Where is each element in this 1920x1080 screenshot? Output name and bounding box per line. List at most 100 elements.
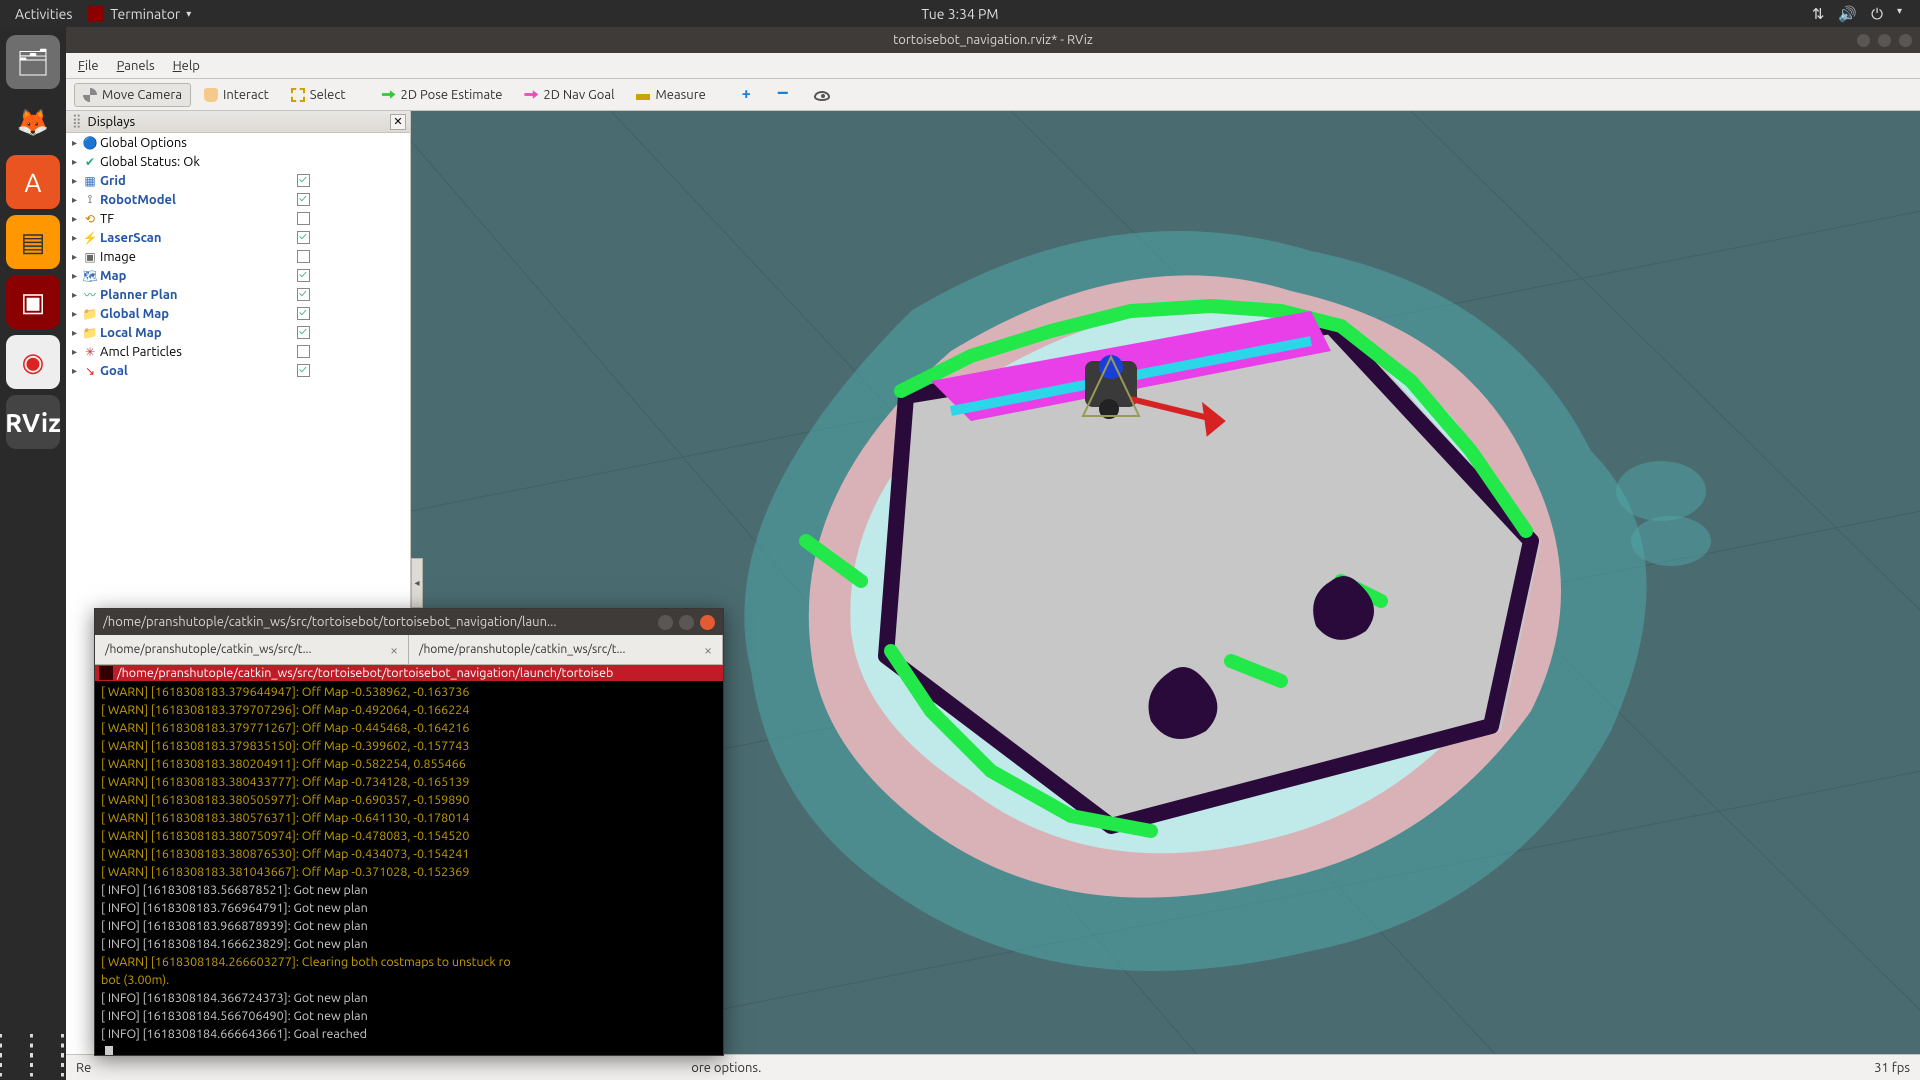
view-button[interactable] [805,84,839,106]
displays-close-button[interactable]: ✕ [390,114,406,130]
gnome-top-bar: Activities Terminator ▾ Tue 3:34 PM ⇅ 🔊 … [0,0,1920,27]
terminal-titlebar[interactable]: /home/pranshutople/catkin_ws/src/tortois… [95,609,723,635]
display-item-image[interactable]: ▸▣Image [66,247,410,266]
display-label: Global Map [98,307,410,321]
display-item-global-map[interactable]: ▸📁Global Map [66,304,410,323]
display-item-local-map[interactable]: ▸📁Local Map [66,323,410,342]
display-item-robotmodel[interactable]: ▸⟟RobotModel [66,190,410,209]
remove-display-button[interactable]: – [769,83,801,107]
display-checkbox[interactable] [297,212,310,225]
display-checkbox[interactable] [297,326,310,339]
expand-arrow-icon[interactable]: ▸ [72,137,82,149]
terminal-title-text: /home/pranshutople/catkin_ws/src/tortois… [103,615,652,629]
display-checkbox[interactable] [297,288,310,301]
minimize-button[interactable] [1857,34,1870,47]
menu-help[interactable]: Help [173,59,200,73]
show-apps-button[interactable]: ⋮⋮⋮⋮⋮⋮⋮⋮⋮ [0,1040,80,1070]
menu-file[interactable]: File [78,59,99,73]
tab-close-icon[interactable]: × [704,642,712,658]
display-label: Goal [98,364,410,378]
disks-launcher[interactable]: ◉ [6,335,60,389]
display-item-tf[interactable]: ▸⟲TF [66,209,410,228]
displays-panel-header[interactable]: ⣿ Displays ✕ [66,111,410,133]
display-checkbox[interactable] [297,193,310,206]
display-item-goal[interactable]: ▸↘Goal [66,361,410,380]
expand-arrow-icon[interactable]: ▸ [72,308,82,320]
select-tool[interactable]: Select [282,83,355,107]
display-label: Grid [98,174,410,188]
app-menu[interactable]: Terminator ▾ [88,6,191,22]
display-checkbox[interactable] [297,231,310,244]
terminal-window[interactable]: /home/pranshutople/catkin_ws/src/tortois… [94,608,724,1056]
laser-icon: ⚡ [82,231,98,245]
expand-arrow-icon[interactable]: ▸ [72,365,82,377]
firefox-launcher[interactable]: 🦊 [6,95,60,149]
move-camera-tool[interactable]: Move Camera [74,83,191,107]
expand-arrow-icon[interactable]: ▸ [72,327,82,339]
power-icon[interactable]: ⏻ [1871,5,1883,23]
rviz-titlebar[interactable]: tortoisebot_navigation.rviz* - RViz [66,27,1920,53]
expand-arrow-icon[interactable]: ▸ [72,289,82,301]
display-label: RobotModel [98,193,410,207]
volume-icon[interactable]: 🔊 [1838,5,1857,23]
expand-arrow-icon[interactable]: ▸ [72,251,82,263]
check-icon: ✔ [82,155,98,169]
nav-goal-icon [524,88,538,102]
plan-icon: 〰 [82,286,98,303]
panel-collapse-handle[interactable]: ◂ [411,558,423,608]
terminator-launcher[interactable]: ▣ [6,275,60,329]
terminal-body[interactable]: /home/pranshutople/catkin_ws/src/tortois… [95,665,723,1055]
pose-estimate-tool[interactable]: 2D Pose Estimate [373,83,512,107]
display-checkbox[interactable] [297,364,310,377]
close-button[interactable] [1899,34,1912,47]
display-checkbox[interactable] [297,174,310,187]
interact-icon [204,88,218,102]
activities-button[interactable]: Activities [15,6,72,22]
rviz-launcher[interactable]: RViz [6,395,60,449]
display-label: Global Status: Ok [98,155,410,169]
menu-panels[interactable]: Panels [117,59,155,73]
nav-goal-tool[interactable]: 2D Nav Goal [515,83,623,107]
display-checkbox[interactable] [297,269,310,282]
display-label: Planner Plan [98,288,410,302]
terminal-tab-2[interactable]: /home/pranshutople/catkin_ws/src/t...× [409,635,723,664]
chevron-down-icon[interactable]: ▾ [1897,5,1902,23]
display-item-global-status-ok[interactable]: ▸✔Global Status: Ok [66,152,410,171]
grip-icon: ⣿ [72,114,82,129]
folder-icon: 📁 [82,307,98,321]
terminal-minimize-button[interactable] [658,615,673,630]
sublime-launcher[interactable]: ▤ [6,215,60,269]
clock[interactable]: Tue 3:34 PM [921,6,998,22]
display-checkbox[interactable] [297,307,310,320]
expand-arrow-icon[interactable]: ▸ [72,175,82,187]
display-checkbox[interactable] [297,250,310,263]
display-checkbox[interactable] [297,345,310,358]
display-item-grid[interactable]: ▸▦Grid [66,171,410,190]
rviz-title-text: tortoisebot_navigation.rviz* - RViz [893,33,1093,47]
files-launcher[interactable]: 🗂 [6,35,60,89]
add-display-button[interactable]: + [733,83,765,107]
display-item-amcl-particles[interactable]: ▸✳Amcl Particles [66,342,410,361]
terminal-tab-1[interactable]: /home/pranshutople/catkin_ws/src/t...× [95,635,409,664]
tab-close-icon[interactable]: × [390,642,398,658]
display-item-planner-plan[interactable]: ▸〰Planner Plan [66,285,410,304]
expand-arrow-icon[interactable]: ▸ [72,232,82,244]
software-launcher[interactable]: A [6,155,60,209]
interact-tool[interactable]: Interact [195,83,278,107]
display-item-laserscan[interactable]: ▸⚡LaserScan [66,228,410,247]
display-item-global-options[interactable]: ▸🔵Global Options [66,133,410,152]
expand-arrow-icon[interactable]: ▸ [72,213,82,225]
particles-icon: ✳ [82,345,98,359]
network-icon[interactable]: ⇅ [1812,5,1825,23]
terminal-close-button[interactable] [700,615,715,630]
maximize-button[interactable] [1878,34,1891,47]
display-label: TF [98,212,410,226]
terminal-maximize-button[interactable] [679,615,694,630]
display-item-map[interactable]: ▸🗺Map [66,266,410,285]
expand-arrow-icon[interactable]: ▸ [72,194,82,206]
expand-arrow-icon[interactable]: ▸ [72,156,82,168]
expand-arrow-icon[interactable]: ▸ [72,270,82,282]
tf-icon: ⟲ [82,212,98,226]
measure-tool[interactable]: Measure [627,83,714,107]
expand-arrow-icon[interactable]: ▸ [72,346,82,358]
